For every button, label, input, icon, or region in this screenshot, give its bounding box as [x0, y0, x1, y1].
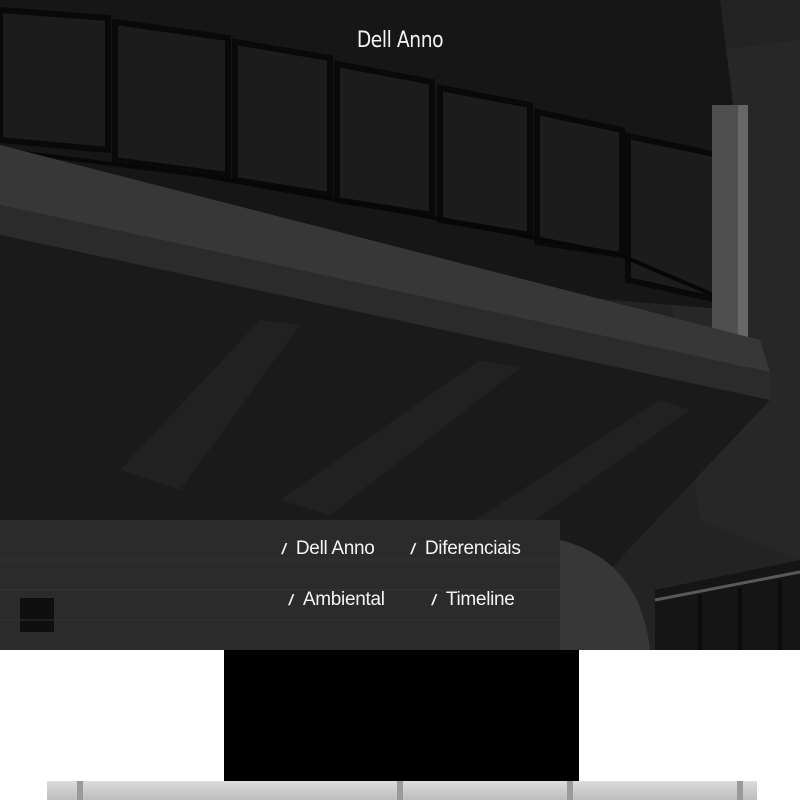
nav-item-label: Dell Anno: [295, 538, 375, 559]
hero-section: Dell Anno / Dell Anno / Diferenciais / Ambi…: [0, 0, 800, 650]
nav-item-ambiental[interactable]: / Ambiental: [287, 589, 385, 611]
slash-separator: /: [287, 592, 295, 609]
slash-separator: /: [280, 541, 288, 558]
slash-separator: /: [430, 592, 438, 609]
nav-item-label: Diferenciais: [424, 538, 521, 559]
video-block[interactable]: [224, 650, 579, 781]
nav-item-dell-anno[interactable]: / Dell Anno: [280, 538, 375, 560]
nav-item-timeline[interactable]: / Timeline: [430, 589, 515, 611]
brand-logo[interactable]: Dell Anno: [60, 28, 740, 53]
slash-separator: /: [409, 541, 417, 558]
nav-item-diferenciais[interactable]: / Diferenciais: [409, 538, 521, 560]
building-image: [47, 781, 757, 800]
building-photo: [0, 0, 800, 650]
nav-item-label: Ambiental: [302, 589, 385, 610]
nav-item-label: Timeline: [445, 589, 515, 610]
